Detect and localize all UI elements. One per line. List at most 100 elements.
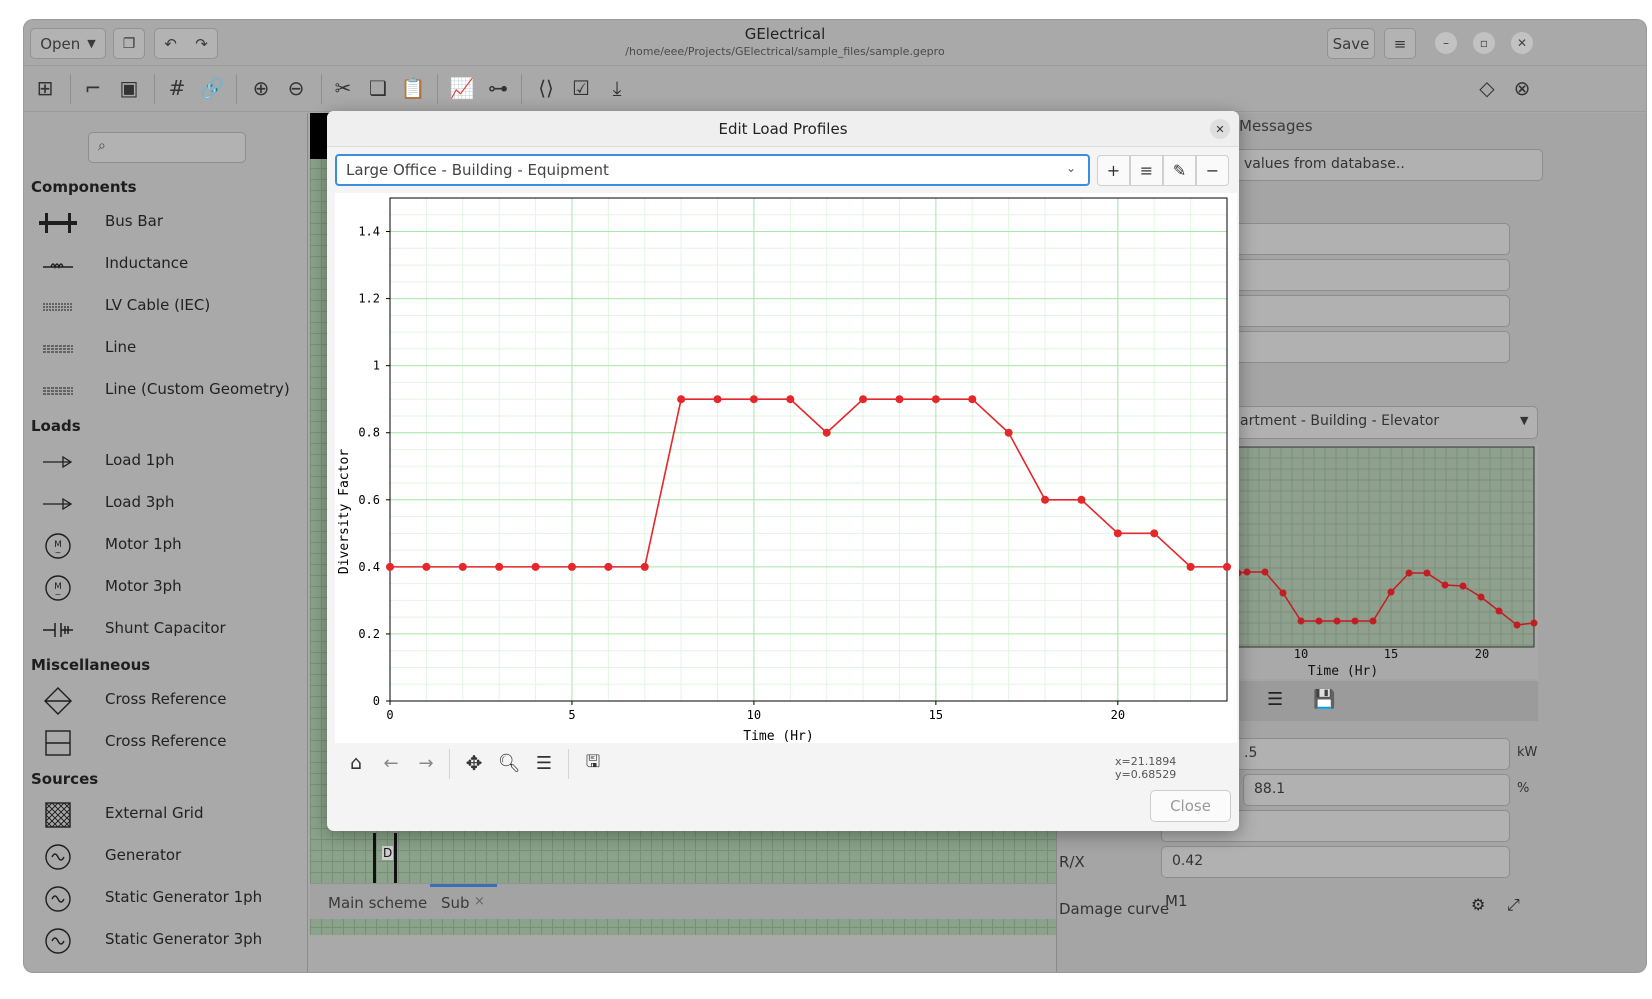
- remove-profile-button[interactable]: −: [1196, 155, 1229, 186]
- property-field[interactable]: [1233, 331, 1510, 363]
- power-field[interactable]: .5: [1233, 738, 1510, 770]
- code-icon[interactable]: ⟨⟩: [531, 72, 561, 104]
- x-tick-label: 10: [747, 708, 761, 722]
- cursor-coordinates: x=21.1894 y=0.68529: [1115, 755, 1177, 781]
- close-circle-icon[interactable]: ⊗: [1507, 72, 1537, 104]
- data-point: [386, 562, 394, 571]
- sidebar-item-line-custom[interactable]: Line (Custom Geometry): [24, 371, 308, 411]
- sidebar-item-cross-reference-2[interactable]: Cross Reference: [24, 723, 308, 763]
- save-button-label: Save: [1332, 34, 1370, 53]
- minimize-button[interactable]: –: [1435, 32, 1457, 54]
- mini-x-tick-label: 10: [1294, 647, 1308, 661]
- mini-load-profile-chart: 10 15 20 Time (Hr): [1234, 446, 1557, 679]
- property-field[interactable]: [1233, 295, 1510, 327]
- property-field[interactable]: [1233, 259, 1510, 291]
- data-point: [1150, 529, 1159, 538]
- sidebar-item-cross-reference-1[interactable]: Cross Reference: [24, 681, 308, 721]
- sidebar-item-generator[interactable]: Generator: [24, 837, 308, 877]
- analysis-chart-icon[interactable]: 📈: [447, 72, 477, 104]
- property-field[interactable]: [1233, 223, 1510, 255]
- back-arrow-icon[interactable]: ←: [376, 749, 406, 777]
- load-profile-chart[interactable]: 0 5 10 15 20 0 0.2 0.4 0.6 0.8 1 1.2 1.4 Time (Hr) Div…: [335, 193, 1237, 744]
- zoom-in-icon[interactable]: ⊕: [246, 72, 276, 104]
- sidebar-item-motor-3ph[interactable]: M ~ Motor 3ph: [24, 568, 308, 608]
- maximize-button[interactable]: ▫: [1473, 32, 1495, 54]
- link-icon[interactable]: 🔗: [197, 72, 227, 104]
- cut-icon[interactable]: ✂: [328, 72, 358, 104]
- x-tick-label: 15: [929, 708, 943, 722]
- sidebar-item-bus-bar[interactable]: Bus Bar: [24, 203, 308, 243]
- profile-select[interactable]: Large Office - Building - Equipment ⌄: [335, 154, 1090, 186]
- eraser-icon[interactable]: ◇: [1472, 72, 1502, 104]
- save-figure-icon[interactable]: 🖫: [578, 749, 608, 777]
- grid-toggle-icon[interactable]: #: [162, 72, 192, 104]
- sidebar-item-motor-1ph[interactable]: M ~ Motor 1ph: [24, 526, 308, 566]
- select-box-icon[interactable]: ▣: [114, 72, 144, 104]
- add-profile-button[interactable]: +: [1097, 155, 1130, 186]
- sidebar-item-static-generator-3ph[interactable]: Static Generator 3ph: [24, 921, 308, 961]
- close-dialog-button[interactable]: Close: [1150, 790, 1231, 822]
- tab-main-scheme[interactable]: Main scheme: [328, 894, 427, 912]
- sidebar-item-external-grid[interactable]: External Grid: [24, 795, 308, 835]
- close-window-button[interactable]: ✕: [1511, 32, 1533, 54]
- configure-subplots-icon[interactable]: ☰: [529, 749, 559, 777]
- close-tab-icon[interactable]: ×: [474, 894, 485, 909]
- draw-wire-icon[interactable]: ⌐: [78, 72, 108, 104]
- edit-profile-button[interactable]: ✎: [1163, 155, 1196, 186]
- clipboard-check-icon[interactable]: ☑: [566, 72, 596, 104]
- y-tick-label: 1.2: [358, 292, 380, 306]
- insert-element-icon[interactable]: ⊞: [30, 72, 60, 104]
- pan-icon[interactable]: ✥: [459, 749, 489, 777]
- menu-button[interactable]: ≡: [1384, 28, 1416, 59]
- sidebar-item-label: Static Generator 1ph: [105, 888, 263, 906]
- download-voltage-icon[interactable]: ⤓: [602, 72, 632, 104]
- sidebar-item-load-3ph[interactable]: Load 3ph: [24, 484, 308, 524]
- sidebar-item-load-1ph[interactable]: Load 1ph: [24, 442, 308, 482]
- mini-data-point: [1369, 617, 1377, 625]
- paste-icon[interactable]: 📋: [398, 72, 428, 104]
- sidebar-item-inductance[interactable]: Inductance: [24, 245, 308, 285]
- plot-navigation-toolbar: ⌂ ← → ✥ 🔍︎ ☰ 🖫 x=21.1894 y=0.68529: [335, 743, 1237, 783]
- x-tick-label: 0: [386, 708, 393, 722]
- sidebar-item-line[interactable]: Line: [24, 329, 308, 369]
- forward-arrow-icon[interactable]: →: [411, 749, 441, 777]
- save-figure-icon[interactable]: 💾: [1313, 689, 1335, 710]
- settings-gear-icon[interactable]: ⚙: [1471, 895, 1485, 914]
- cross-reference-diamond-icon: [38, 685, 78, 717]
- sidebar-item-shunt-capacitor[interactable]: Shunt Capacitor: [24, 610, 308, 650]
- tab-messages[interactable]: Messages: [1239, 117, 1313, 135]
- copy-icon[interactable]: ❏: [363, 72, 393, 104]
- mini-data-point: [1441, 581, 1449, 589]
- mini-data-point: [1477, 593, 1485, 601]
- home-icon[interactable]: ⌂: [341, 749, 371, 777]
- sidebar-item-label: Generator: [105, 846, 182, 864]
- search-input[interactable]: ⌕: [88, 132, 246, 163]
- toolbar-separator: [236, 74, 237, 104]
- mini-x-tick-label: 20: [1475, 647, 1489, 661]
- chevron-down-icon: ⌄: [1066, 161, 1077, 175]
- dialog-close-button[interactable]: ✕: [1210, 119, 1230, 139]
- zoom-icon[interactable]: 🔍︎: [494, 749, 524, 777]
- profile-combo[interactable]: artment - Building - Elevator ▼: [1233, 406, 1538, 439]
- list-profile-button[interactable]: ≡: [1130, 155, 1163, 186]
- zoom-out-icon[interactable]: ⊖: [281, 72, 311, 104]
- sidebar-item-static-generator-1ph[interactable]: Static Generator 1ph: [24, 879, 308, 919]
- component-sidebar: ⌕ Components Loads Miscellaneous Sources…: [24, 113, 308, 972]
- load-profile-plot[interactable]: 0 5 10 15 20 0 0.2 0.4 0.6 0.8 1 1.2 1.4 Time (Hr) Div…: [335, 193, 1237, 744]
- y-tick-label: 0.8: [358, 426, 380, 440]
- mini-data-point: [1513, 621, 1521, 629]
- inductance-icon: [38, 249, 78, 281]
- efficiency-field[interactable]: 88.1: [1243, 774, 1510, 806]
- data-point: [968, 395, 977, 404]
- rx-field[interactable]: 0.42: [1161, 846, 1510, 878]
- mini-data-point: [1333, 617, 1341, 625]
- tab-sub[interactable]: Sub: [441, 894, 470, 912]
- mini-data-point: [1530, 619, 1538, 627]
- network-tree-icon[interactable]: ⊶: [483, 72, 513, 104]
- database-field[interactable]: values from database..: [1233, 149, 1543, 181]
- sidebar-item-lv-cable[interactable]: LV Cable (IEC): [24, 287, 308, 327]
- expand-icon[interactable]: ⤢: [1507, 895, 1520, 915]
- configure-icon[interactable]: ☰: [1267, 689, 1283, 710]
- cable-icon: [38, 291, 78, 323]
- save-button[interactable]: Save: [1327, 28, 1375, 59]
